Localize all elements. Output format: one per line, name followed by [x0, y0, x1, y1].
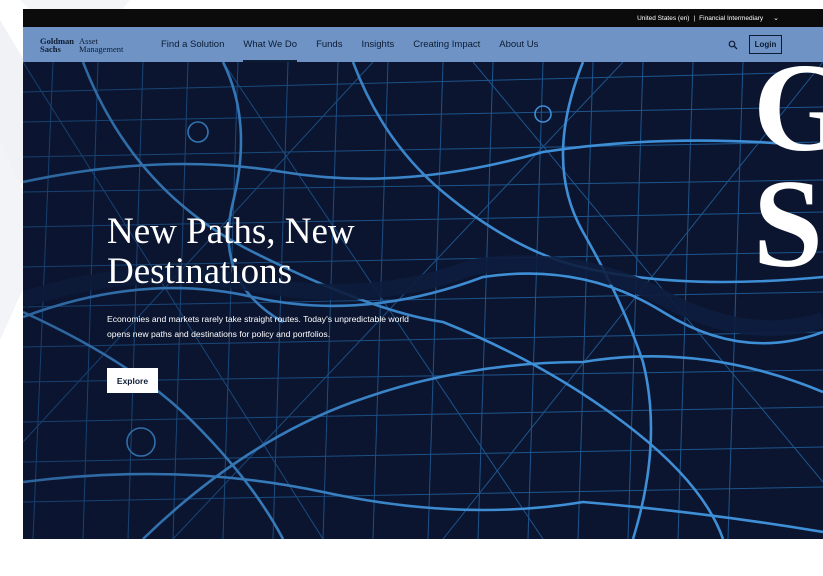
- gsam-logo[interactable]: Goldman Sachs Asset Management: [40, 37, 124, 54]
- gs-monogram-s: S: [753, 155, 823, 294]
- hero-subtitle: Economies and markets rarely take straig…: [107, 312, 477, 342]
- logo-text: Sachs: [40, 44, 61, 54]
- browser-viewport: United States (en) | Financial Intermedi…: [23, 9, 823, 539]
- logo-asset-management: Asset Management: [79, 37, 124, 54]
- hero-subtitle-line: Economies and markets rarely take straig…: [107, 314, 409, 324]
- nav-item-creating-impact[interactable]: Creating Impact: [413, 27, 480, 62]
- city-map-background: [23, 62, 823, 539]
- logo-goldman-sachs: Goldman Sachs: [40, 37, 74, 54]
- nav-menu: Find a Solution What We Do Funds Insight…: [161, 27, 557, 62]
- explore-button[interactable]: Explore: [107, 368, 158, 393]
- hero-subtitle-line: opens new paths and destinations for pol…: [107, 329, 331, 339]
- nav-item-find-a-solution[interactable]: Find a Solution: [161, 27, 224, 62]
- audience-selector[interactable]: Financial Intermediary: [699, 15, 763, 22]
- hero-title-line: Destinations: [107, 251, 292, 292]
- utility-bar: United States (en) | Financial Intermedi…: [23, 9, 823, 27]
- nav-item-insights[interactable]: Insights: [361, 27, 394, 62]
- login-button[interactable]: Login: [749, 35, 782, 54]
- utility-separator: |: [693, 14, 696, 22]
- region-selector[interactable]: United States (en): [637, 15, 689, 22]
- hero-title: New Paths, New Destinations: [107, 212, 355, 292]
- logo-text: Management: [79, 44, 124, 54]
- nav-item-about-us[interactable]: About Us: [499, 27, 538, 62]
- nav-item-funds[interactable]: Funds: [316, 27, 342, 62]
- chevron-down-icon[interactable]: ⌄: [773, 14, 779, 22]
- search-icon[interactable]: [728, 40, 738, 50]
- utility-links: United States (en) | Financial Intermedi…: [637, 9, 779, 27]
- gs-monogram-g: G: [753, 62, 823, 178]
- hero-title-line: New Paths, New: [107, 211, 355, 252]
- page: United States (en) | Financial Intermedi…: [0, 0, 823, 576]
- hero-banner: New Paths, New Destinations Economies an…: [23, 62, 823, 539]
- nav-item-what-we-do[interactable]: What We Do: [243, 27, 297, 62]
- main-navigation: Goldman Sachs Asset Management Find a So…: [23, 27, 823, 62]
